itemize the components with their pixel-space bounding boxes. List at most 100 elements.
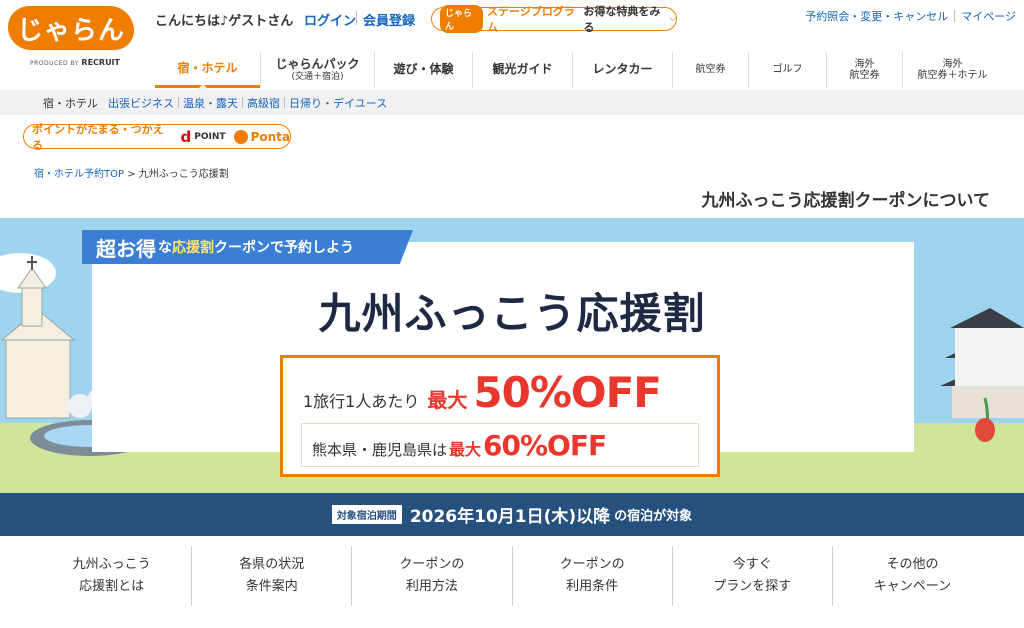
section-link-line1: 各県の状況 xyxy=(239,556,305,572)
period-date: 2026年10月1日(木)以降 xyxy=(409,507,611,527)
campaign-section-nav: 九州ふっこう 応援割とは 各県の状況条件案内 クーポンの利用方法 クーポンの 利用条… xyxy=(32,546,992,606)
nav-item-hotel[interactable]: 宿・ホテル xyxy=(155,52,260,88)
divider xyxy=(178,97,179,108)
section-link-line1: 九州ふっこう xyxy=(72,556,151,572)
register-link[interactable]: 会員登録 xyxy=(363,10,415,29)
reservation-link[interactable]: 予約照会・変更・キャンセル xyxy=(805,8,948,24)
greeting: こんにちは♪ゲストさん xyxy=(155,14,294,29)
nav-item-rentacar[interactable]: レンタカー xyxy=(572,52,672,88)
offer-main-value: 50%OFF xyxy=(473,368,662,417)
subnav-link-dayuse[interactable]: 日帰り・デイユース xyxy=(289,95,387,111)
subnav-current: 宿・ホテル xyxy=(43,96,98,110)
divider xyxy=(284,97,285,108)
section-link-line2: キャンペーン xyxy=(873,579,952,594)
stage-logo-badge: じゃらん xyxy=(440,5,484,33)
section-link-about[interactable]: 九州ふっこう 応援割とは xyxy=(32,546,191,606)
campaign-banner[interactable]: 超お得 な 応援割 クーポンで予約しよう 九州ふっこう応援割 1旅行1人あたり … xyxy=(0,218,1024,493)
section-link-line1: その他の xyxy=(886,556,939,572)
active-tab-pointer xyxy=(197,84,209,90)
ponta-icon xyxy=(233,129,248,144)
subnav-link-onsen[interactable]: 温泉・露天 xyxy=(183,95,238,111)
breadcrumb: 宿・ホテル予約TOP > 九州ふっこう応援割 xyxy=(34,165,229,180)
logo-text: じゃらん xyxy=(16,15,125,46)
section-link-line2: 条件案内 xyxy=(245,579,298,594)
dpoint-icon: d xyxy=(180,127,192,146)
breadcrumb-separator: > xyxy=(127,169,136,180)
ribbon-mid: な xyxy=(158,240,172,256)
offer-box: 1旅行1人あたり 最大 50%OFF 熊本県・鹿児島県は 最大 60%OFF xyxy=(280,355,720,477)
breadcrumb-current: 九州ふっこう応援割 xyxy=(138,169,229,180)
nav-label: 宿・ホテル xyxy=(177,60,238,75)
stay-period-bar: 対象宿泊期間 2026年10月1日(木)以降 の宿泊が対象 xyxy=(0,493,1024,536)
ribbon-big: 超お得 xyxy=(96,236,156,261)
stage-deal-label: お得な特典をみる xyxy=(583,5,661,34)
subnav-link-business[interactable]: 出張ビジネス xyxy=(108,95,174,111)
offer-sub: 熊本県・鹿児島県は 最大 60%OFF xyxy=(301,423,699,467)
produced-by-recruit: PRODUCED BY RECRUIT xyxy=(30,58,120,67)
ribbon-rest: クーポンで予約しよう xyxy=(214,240,354,256)
nav-label: ゴルフ xyxy=(772,64,803,76)
offer-sub-value: 60%OFF xyxy=(483,429,607,462)
section-link-coupon-terms[interactable]: クーポンの 利用条件 xyxy=(511,546,672,606)
dpoint-logo: d POINT xyxy=(181,128,226,146)
chevron-down-icon: ⌵ xyxy=(669,14,676,24)
nav-item-golf[interactable]: ゴルフ xyxy=(748,52,826,88)
top-utility-links: 予約照会・変更・キャンセル マイページ xyxy=(805,8,1016,24)
subnav-link-luxury[interactable]: 高級宿 xyxy=(247,95,280,111)
points-banner[interactable]: ポイントがたまる・つかえる d POINT Ponta xyxy=(23,123,291,152)
nav-label: レンタカー xyxy=(592,62,653,77)
divider xyxy=(242,97,243,108)
offer-main-prefix: 1旅行1人あたり xyxy=(303,392,420,411)
nav-item-overseas-flights[interactable]: 海外 航空券 xyxy=(826,52,902,88)
stage-program-button[interactable]: じゃらん ステージプログラム お得な特典をみる ⌵ xyxy=(431,5,677,34)
dpoint-text: POINT xyxy=(194,131,226,142)
mypage-link[interactable]: マイページ xyxy=(961,8,1016,24)
section-link-line2: 利用方法 xyxy=(405,579,458,594)
main-nav: 宿・ホテル じゃらんパック (交通＋宿泊) 遊び・体験 観光ガイド レンタカー 航… xyxy=(155,52,1002,88)
jalan-logo[interactable]: じゃらん xyxy=(8,6,134,50)
banner-ribbon: 超お得 な 応援割 クーポンで予約しよう xyxy=(82,230,413,264)
divider xyxy=(954,10,956,22)
section-link-line1: クーポンの xyxy=(399,556,465,572)
recruit-brand: RECRUIT xyxy=(81,58,120,67)
breadcrumb-top[interactable]: 宿・ホテル予約TOP xyxy=(34,169,124,180)
ponta-text: Ponta xyxy=(250,129,290,144)
nav-sublabel: 航空券＋ホテル xyxy=(917,70,988,81)
points-text: ポイントがたまる・つかえる xyxy=(32,122,164,152)
nav-item-overseas-package[interactable]: 海外 航空券＋ホテル xyxy=(902,52,1002,88)
offer-main-max: 最大 xyxy=(427,388,468,412)
section-link-line2: プランを探す xyxy=(713,579,792,594)
section-link-search-plans[interactable]: 今すぐ プランを探す xyxy=(671,546,832,606)
offer-sub-prefix: 熊本県・鹿児島県は xyxy=(312,441,448,459)
nav-sublabel: (交通＋宿泊) xyxy=(291,71,344,82)
nav-item-guide[interactable]: 観光ガイド xyxy=(472,52,572,88)
divider xyxy=(356,11,357,25)
nav-label: 航空券 xyxy=(695,64,726,76)
nav-label: じゃらんパック xyxy=(275,56,360,71)
ponta-logo: Ponta xyxy=(233,129,290,144)
nav-item-activities[interactable]: 遊び・体験 xyxy=(374,52,472,88)
offer-main: 1旅行1人あたり 最大 50%OFF xyxy=(303,368,662,417)
campaign-title: 九州ふっこう応援割 xyxy=(318,289,706,338)
produced-by-text: PRODUCED BY xyxy=(30,60,79,67)
nav-item-flights[interactable]: 航空券 xyxy=(672,52,748,88)
ribbon-accent: 応援割 xyxy=(172,240,214,256)
nav-label: 遊び・体験 xyxy=(393,62,454,77)
section-link-prefecture-status[interactable]: 各県の状況 条件案内 xyxy=(191,546,351,606)
period-suffix: の宿泊が対象 xyxy=(614,509,693,524)
nav-item-jalan-pack[interactable]: じゃらんパック (交通＋宿泊) xyxy=(260,52,374,88)
period-tag: 対象宿泊期間 xyxy=(331,505,402,524)
section-link-line1: 今すぐ xyxy=(732,556,772,572)
stage-program-label: ステージプログラム xyxy=(487,5,575,34)
section-link-other-campaigns[interactable]: その他のキャンペーン xyxy=(831,546,992,606)
nav-label: 海外 xyxy=(854,58,875,70)
section-link-line1: クーポンの xyxy=(559,556,625,572)
site-header: じゃらん PRODUCED BY RECRUIT こんにちは♪ゲストさん ログイ… xyxy=(0,0,1024,90)
nav-sublabel: 航空券 xyxy=(849,70,880,81)
section-link-line2: 応援割とは xyxy=(79,579,145,594)
login-link[interactable]: ログイン xyxy=(304,10,356,29)
nav-label: 観光ガイド xyxy=(492,62,553,77)
section-link-coupon-usage[interactable]: クーポンの 利用方法 xyxy=(351,546,511,606)
nav-label: 海外 xyxy=(942,58,963,70)
page-title: 九州ふっこう応援割クーポンについて xyxy=(701,191,991,211)
